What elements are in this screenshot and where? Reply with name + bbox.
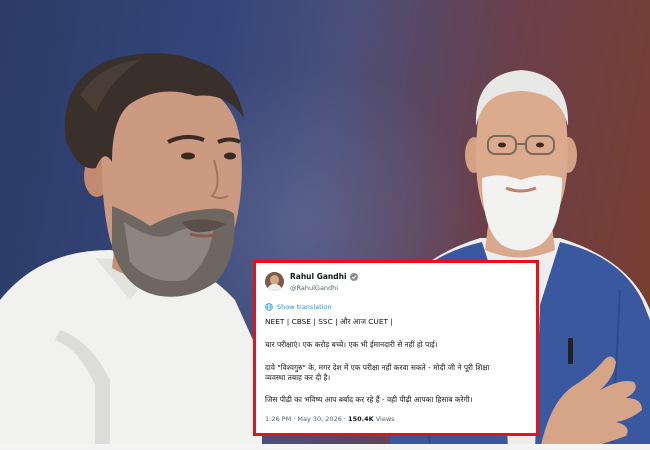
tweet-card: Rahul Gandhi @RahulGandhi Show translati…	[253, 260, 539, 436]
author-handle[interactable]: @RahulGandhi	[290, 283, 358, 293]
globe-icon	[265, 303, 273, 311]
show-translation-link[interactable]: Show translation	[265, 302, 528, 312]
views-count: 150.4K	[348, 415, 374, 423]
show-translation-text: Show translation	[277, 303, 332, 311]
tweet-text-line-1: NEET | CBSE | SSC | और आज CUET |	[265, 317, 393, 326]
views-label: Views	[373, 415, 395, 423]
tweet-timestamp[interactable]: 1:26 PM · May 30, 2026 ·	[265, 415, 348, 423]
tweet-text-line-2: चार परीक्षाएं। एक करोड़ बच्चे। एक भी ईमा…	[265, 340, 438, 349]
author-name[interactable]: Rahul Gandhi	[290, 272, 358, 282]
tweet-header: Rahul Gandhi @RahulGandhi	[265, 269, 528, 293]
tweet-meta: 1:26 PM · May 30, 2026 · 150.4K Views	[265, 415, 528, 423]
news-image: Rahul Gandhi @RahulGandhi Show translati…	[0, 0, 650, 450]
author-block: Rahul Gandhi @RahulGandhi	[290, 269, 358, 293]
avatar[interactable]	[265, 271, 284, 291]
tweet-text-line-3: दावे "विश्वगुरु" के, मगर देश में एक परीक…	[265, 363, 490, 372]
bottom-edge	[0, 444, 650, 450]
verified-badge-icon	[349, 273, 358, 281]
author-name-text: Rahul Gandhi	[290, 272, 347, 281]
tweet-text-line-4: व्यवस्था तबाह कर दी है।	[265, 373, 331, 382]
tweet-text-line-5: जिस पीढ़ी का भविष्य आप बर्बाद कर रहे हैं…	[265, 395, 473, 404]
